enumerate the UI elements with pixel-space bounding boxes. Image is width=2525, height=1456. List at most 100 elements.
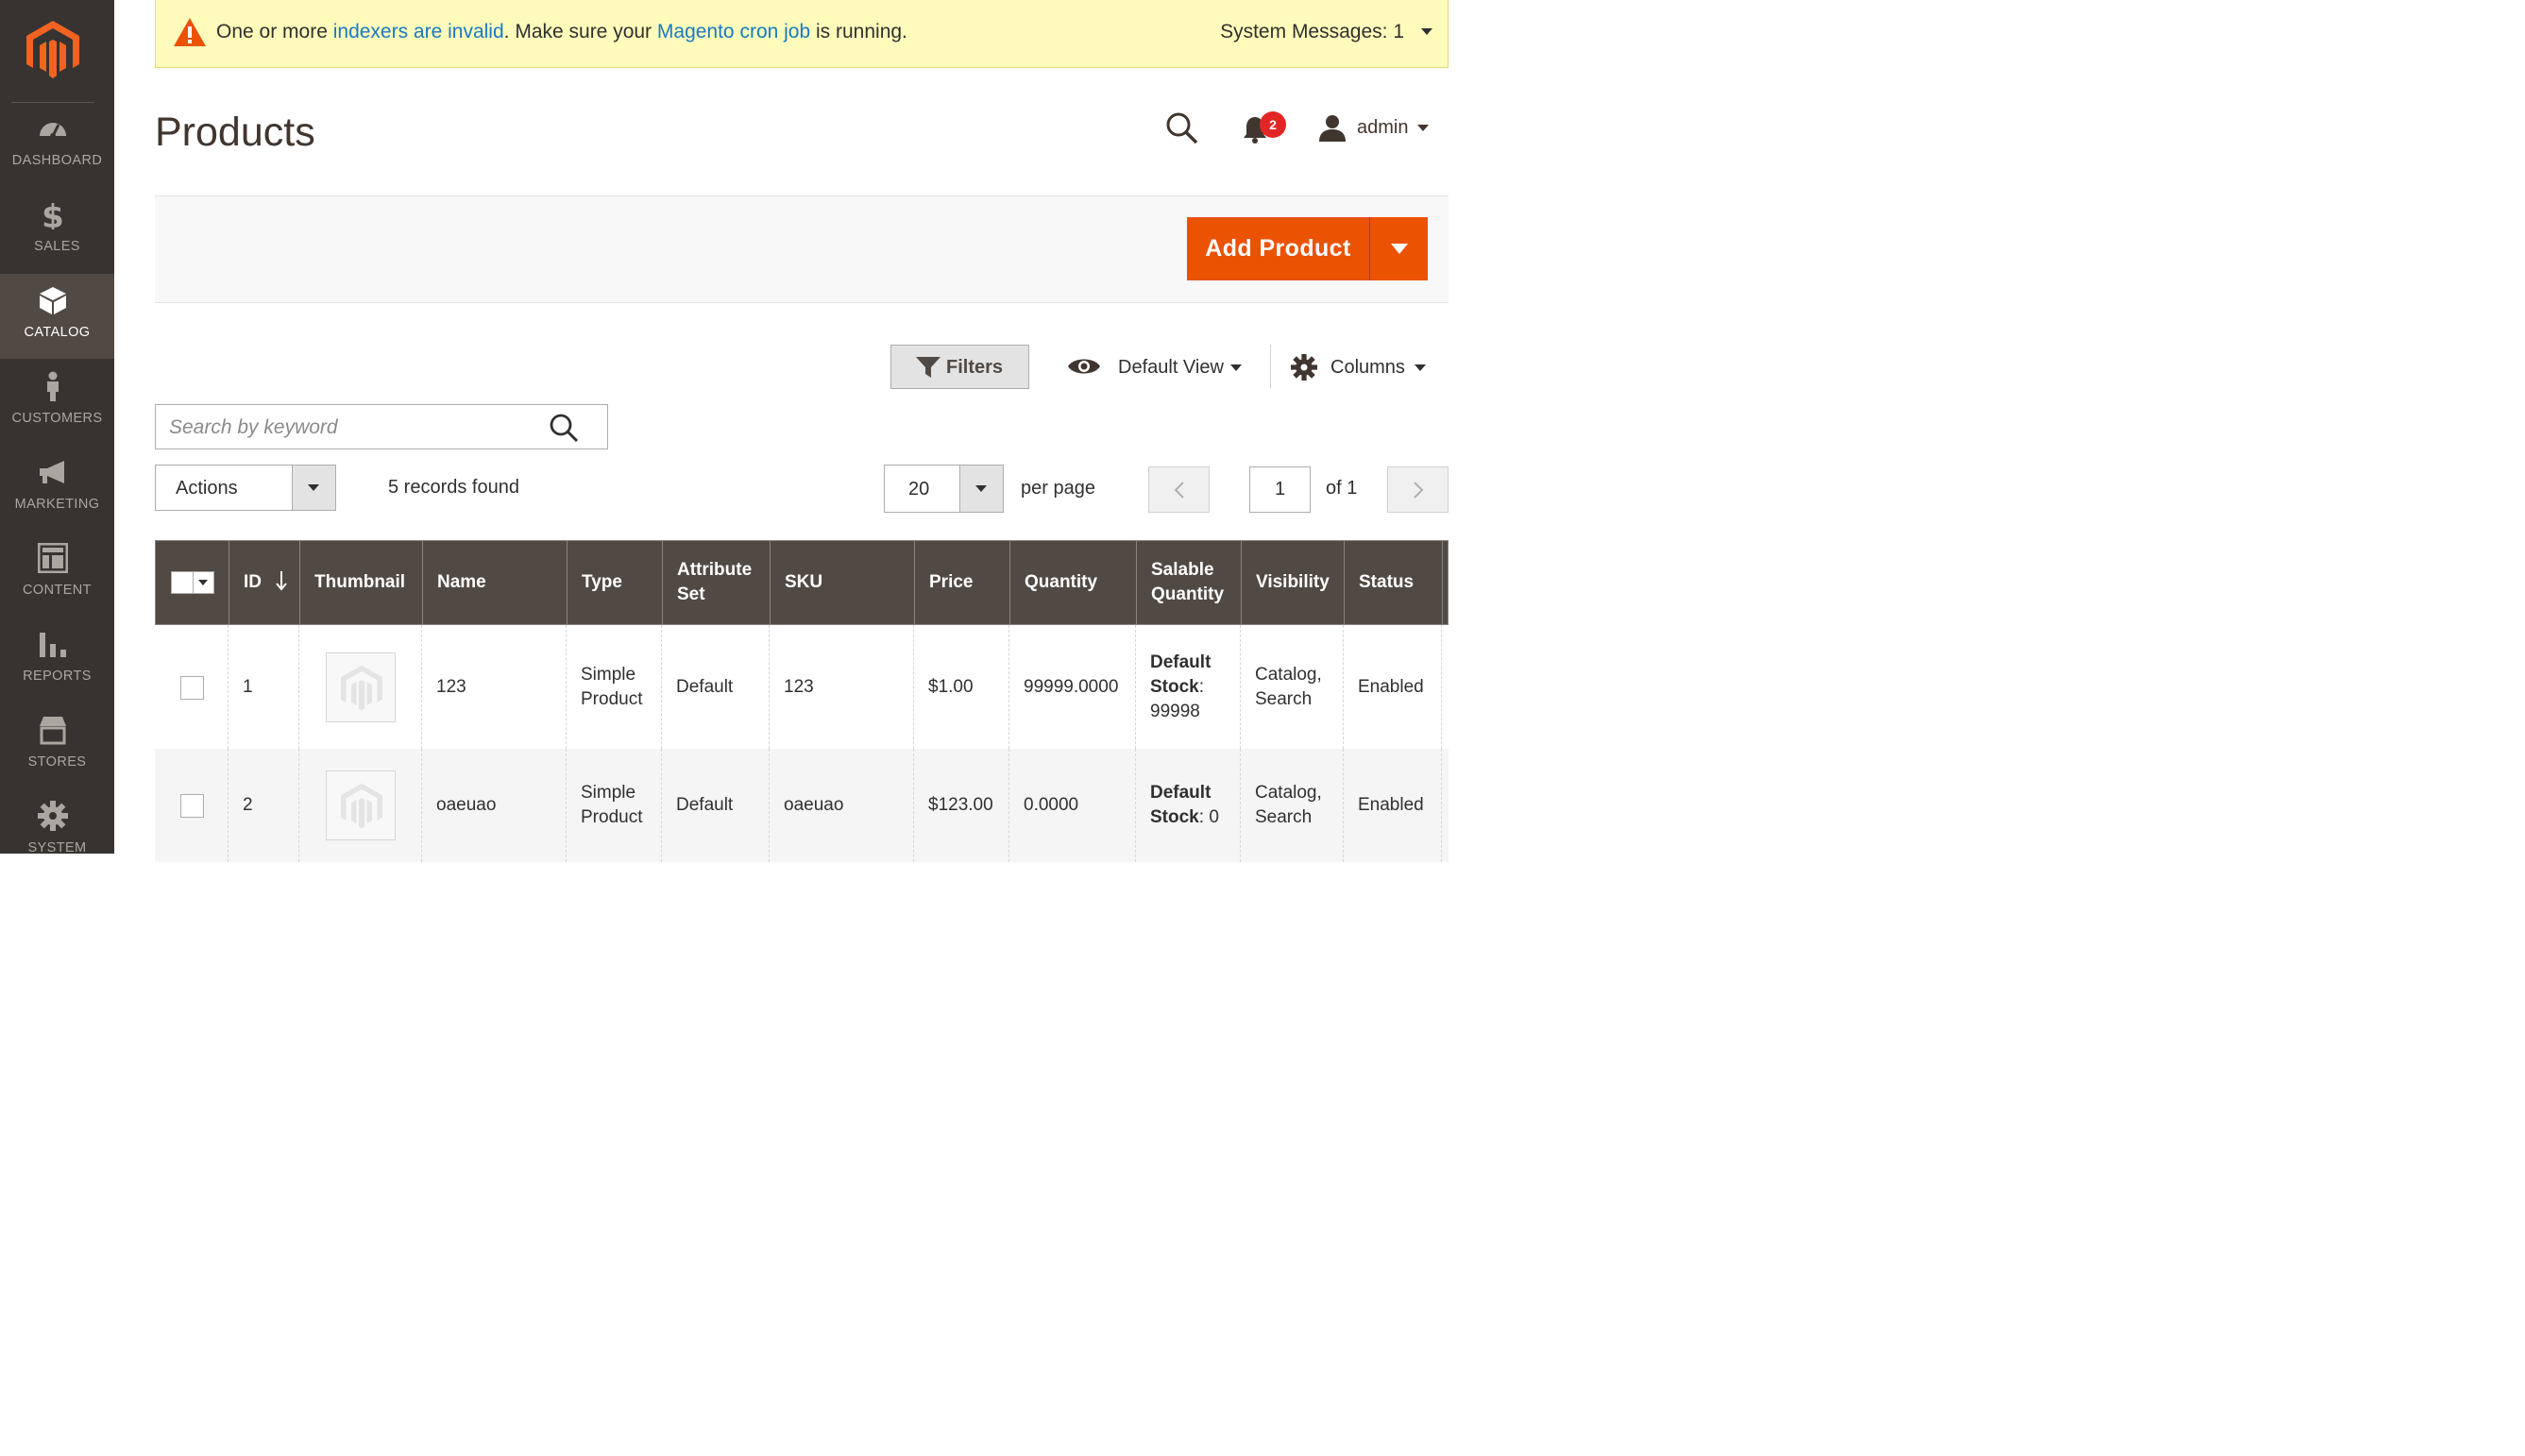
gear-icon[interactable] <box>1291 354 1317 381</box>
admin-sidebar: DASHBOARD $ SALES CATALOG CUSTOMERS MARK… <box>0 0 114 855</box>
id-cell: 2 <box>229 749 299 862</box>
cell-line: Search <box>1255 688 1313 709</box>
cell-value: Default <box>676 795 734 815</box>
storefront-icon <box>40 717 66 745</box>
search-icon[interactable] <box>1165 111 1199 145</box>
thumbnail-cell <box>299 625 422 749</box>
table-row[interactable]: 1 123 Simple Product Default 123 $1.00 99… <box>155 625 1449 749</box>
search-input[interactable] <box>169 415 537 441</box>
chevron-down-icon[interactable] <box>1415 364 1426 371</box>
chevron-down-icon[interactable] <box>1421 28 1432 35</box>
column-header-salable-quantity[interactable]: Salable Quantity <box>1137 541 1242 624</box>
header-label-line: Set <box>677 584 705 604</box>
sidebar-item-customers[interactable]: CUSTOMERS <box>0 360 114 445</box>
row-checkbox[interactable] <box>180 794 204 818</box>
product-thumbnail[interactable] <box>326 652 396 722</box>
magento-logo-icon[interactable] <box>26 21 79 79</box>
user-icon[interactable] <box>1318 113 1347 142</box>
sidebar-item-label: REPORTS <box>23 669 92 684</box>
sidebar-item-system[interactable]: SYSTEM <box>0 789 114 874</box>
name-cell: oaeuao <box>422 749 567 862</box>
type-cell: Simple Product <box>567 749 662 862</box>
mass-actions-dropdown[interactable]: Actions <box>155 465 336 511</box>
search-icon[interactable] <box>549 413 579 443</box>
select-all-checkbox[interactable] <box>171 571 194 594</box>
mass-select-toggle[interactable] <box>193 571 214 594</box>
chevron-down-icon <box>1391 244 1408 254</box>
header-label: Quantity <box>1025 572 1098 592</box>
column-header-type[interactable]: Type <box>568 541 663 624</box>
current-page-input[interactable]: 1 <box>1249 466 1311 513</box>
id-cell: 1 <box>229 625 299 749</box>
column-header-attribute-set[interactable]: Attribute Set <box>663 541 771 624</box>
column-header-thumbnail[interactable]: Thumbnail <box>300 541 423 624</box>
notification-badge[interactable]: 2 <box>1260 111 1286 138</box>
sidebar-item-label: STORES <box>27 754 87 770</box>
actions-label: Actions <box>176 478 238 499</box>
view-selector[interactable]: Default View <box>1118 357 1224 379</box>
chevron-left-icon <box>1174 482 1184 499</box>
column-header-id[interactable]: ID <box>229 541 300 624</box>
stock-label: Stock <box>1150 676 1199 697</box>
records-count: 5 records found <box>388 477 519 498</box>
speedometer-icon <box>40 123 66 139</box>
column-header-price[interactable]: Price <box>915 541 1010 624</box>
warning-icon <box>174 18 206 46</box>
column-header-quantity[interactable]: Quantity <box>1010 541 1137 624</box>
sidebar-item-content[interactable]: CONTENT <box>0 532 114 617</box>
mass-select-dropdown[interactable] <box>171 571 214 594</box>
sku-cell: oaeuao <box>770 749 914 862</box>
sidebar-item-label: CONTENT <box>23 583 92 598</box>
eye-icon[interactable] <box>1067 356 1101 377</box>
table-row[interactable]: 2 oaeuao Simple Product Default oaeuao $1… <box>155 749 1449 862</box>
visibility-cell: Catalog, Search <box>1241 749 1344 862</box>
attribute-set-cell: Default <box>662 749 770 862</box>
column-header-visibility[interactable]: Visibility <box>1242 541 1345 624</box>
sidebar-item-catalog[interactable]: CATALOG <box>0 274 114 359</box>
column-header-sku[interactable]: SKU <box>771 541 915 624</box>
quantity-cell: 0.0000 <box>1009 749 1136 862</box>
cell-value: 0.0000 <box>1024 795 1079 815</box>
cron-job-link[interactable]: Magento cron job <box>657 21 810 42</box>
row-checkbox[interactable] <box>180 675 204 700</box>
column-header-name[interactable]: Name <box>423 541 568 624</box>
add-product-button[interactable]: Add Product <box>1187 217 1369 280</box>
header-label: Visibility <box>1256 572 1330 592</box>
page-total: of 1 <box>1326 478 1358 499</box>
chevron-down-icon[interactable] <box>1417 125 1429 131</box>
row-select-cell <box>155 625 229 749</box>
message-suffix: is running. <box>810 21 907 42</box>
cell-line: Product <box>581 807 643 827</box>
chevron-down-icon[interactable] <box>1230 364 1242 371</box>
divider <box>1270 345 1271 388</box>
actions-dropdown-toggle[interactable] <box>292 466 335 510</box>
filters-button[interactable]: Filters <box>890 345 1029 389</box>
sidebar-item-sales[interactable]: $ SALES <box>0 188 114 273</box>
cell-value: oaeuao <box>784 795 844 815</box>
admin-user-menu[interactable]: admin <box>1357 117 1408 139</box>
product-thumbnail[interactable] <box>326 770 396 840</box>
sidebar-item-stores[interactable]: STORES <box>0 703 114 788</box>
add-product-type-toggle[interactable] <box>1369 217 1428 280</box>
per-page-select[interactable]: 20 <box>884 465 1004 513</box>
sidebar-item-marketing[interactable]: MARKETING <box>0 446 114 531</box>
columns-selector[interactable]: Columns <box>1330 357 1405 379</box>
stock-label: Stock <box>1150 807 1199 827</box>
previous-page-button[interactable] <box>1148 466 1210 513</box>
per-page-toggle[interactable] <box>959 466 1003 512</box>
indexers-link[interactable]: indexers are invalid <box>333 21 504 42</box>
sidebar-item-reports[interactable]: REPORTS <box>0 618 114 703</box>
header-label: SKU <box>785 572 823 592</box>
cell-value: 1 <box>243 676 253 697</box>
cell-value: Default Stock: 99998 <box>1150 652 1212 721</box>
next-page-button[interactable] <box>1387 466 1449 513</box>
placeholder-image-icon <box>341 665 382 711</box>
column-header-status[interactable]: Status <box>1345 541 1443 624</box>
header-label: Salable Quantity <box>1151 558 1224 607</box>
header-label: Type <box>582 572 622 592</box>
system-messages-counter[interactable]: System Messages: 1 <box>1220 21 1404 43</box>
cell-value: Catalog, Search <box>1255 663 1322 712</box>
cell-value: 99999.0000 <box>1024 676 1119 697</box>
column-header-select[interactable] <box>156 541 229 624</box>
sidebar-item-dashboard[interactable]: DASHBOARD <box>0 102 114 187</box>
